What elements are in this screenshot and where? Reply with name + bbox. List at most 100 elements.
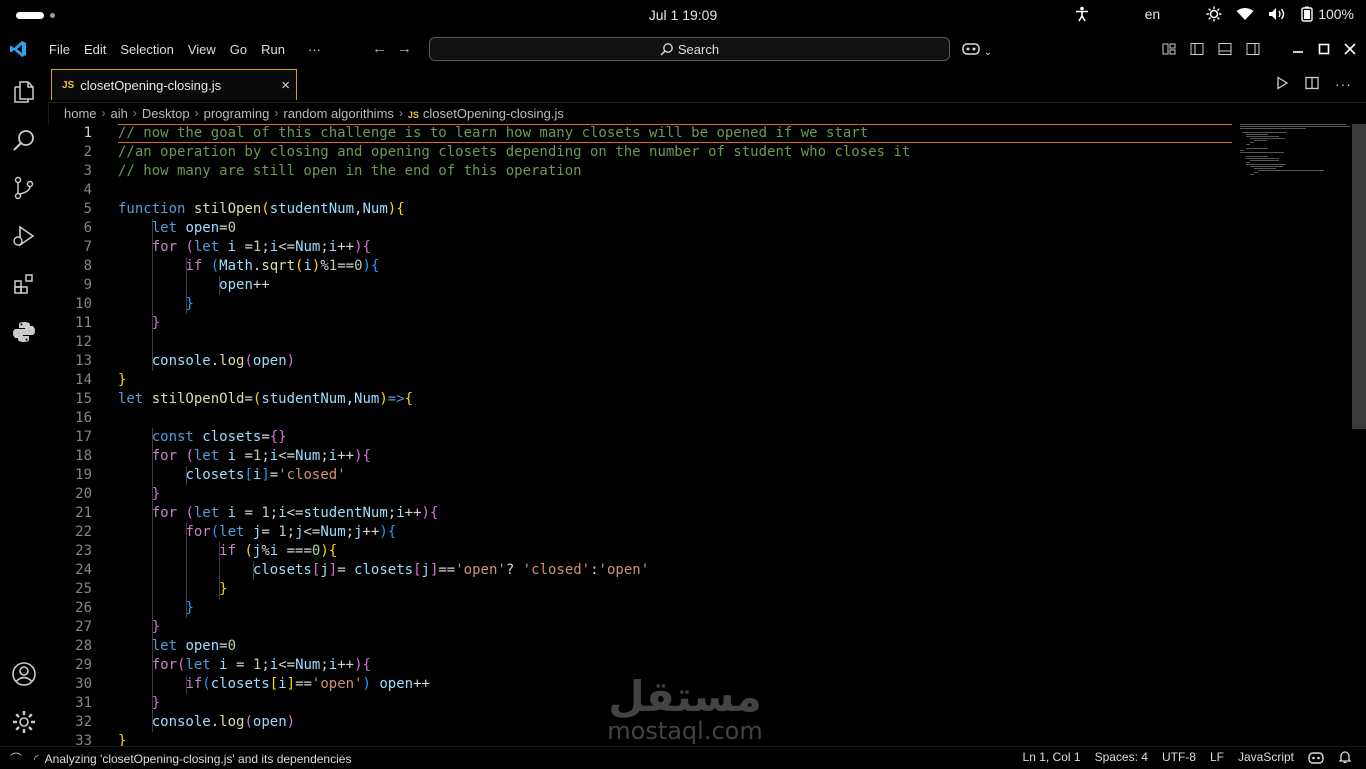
tab-closetopening-closing[interactable]: JS closetOpening-closing.js × [51,69,297,100]
forward-arrow-icon[interactable]: → [397,40,412,57]
battery-icon[interactable]: 100% [1300,6,1354,22]
code-line[interactable]: 12 [48,333,1234,352]
breadcrumb-file[interactable]: JS closetOpening-closing.js [408,106,564,121]
extensions-icon[interactable] [0,260,48,308]
indentation[interactable]: Spaces: 4 [1095,750,1148,764]
breadcrumb-desktop[interactable]: Desktop [142,106,190,121]
code-line[interactable]: 27 } [48,618,1234,637]
language-mode[interactable]: JavaScript [1238,750,1294,764]
back-arrow-icon[interactable]: ← [372,40,387,57]
notifications-bell-icon[interactable] [1338,750,1352,764]
python-icon[interactable] [0,308,48,356]
end-of-line[interactable]: LF [1210,750,1224,764]
night-light-icon[interactable] [1206,6,1222,22]
code-line[interactable]: 10 } [48,295,1234,314]
copilot-menu-button[interactable]: ⌄ [962,41,992,58]
explorer-icon[interactable] [0,68,48,116]
menu-run[interactable]: Run [254,42,292,57]
minimap[interactable] [1240,124,1350,204]
code-editor[interactable]: 1// now the goal of this challenge is to… [48,124,1352,746]
close-window-icon[interactable] [1344,43,1356,55]
code-line[interactable]: 26 } [48,599,1234,618]
menu-more[interactable]: ··· [292,42,328,57]
volume-icon[interactable] [1268,7,1286,21]
analyzing-status[interactable]: Analyzing 'closetOpening-closing.js' and… [45,752,352,766]
menu-go[interactable]: Go [223,42,254,57]
run-code-icon[interactable] [1275,76,1289,90]
code-line[interactable]: 24 closets[j]= closets[j]=='open'? 'clos… [48,561,1234,580]
menu-view[interactable]: View [181,42,223,57]
code-line[interactable]: 14} [48,371,1234,390]
vertical-scrollbar[interactable] [1352,124,1366,429]
code-line[interactable]: 5 function stilOpen(studentNum,Num){ [48,200,1234,219]
code-line[interactable]: 3 // how many are still open in the end o… [48,162,1234,181]
close-tab-icon[interactable]: × [281,77,290,94]
menu-bar: File Edit Selection View Go Run ··· [42,32,328,66]
code-line[interactable]: 9 open++ [48,276,1234,295]
code-line[interactable]: 4 [48,181,1234,200]
wifi-icon[interactable] [1236,7,1254,21]
more-actions-icon[interactable]: ··· [1335,76,1352,92]
command-center-search[interactable]: Search [429,37,950,61]
code-text: function stilOpen(studentNum,Num){ [118,201,405,217]
code-line[interactable]: 21 for (let i = 1;i<=studentNum;i++){ [48,504,1234,523]
copilot-status-icon[interactable] [1308,751,1324,764]
code-line[interactable]: 2 //an operation by closing and opening c… [48,143,1234,162]
breadcrumb-home[interactable]: home [64,106,97,121]
account-icon[interactable] [0,650,48,698]
split-editor-icon[interactable] [1305,76,1319,90]
line-number: 22 [75,524,92,540]
code-line[interactable]: 20 } [48,485,1234,504]
toggle-secondary-sidebar-icon[interactable] [1246,42,1260,56]
code-text: } [151,619,161,635]
line-number: 28 [75,638,92,654]
minimize-icon[interactable] [1292,43,1304,55]
cursor-position[interactable]: Ln 1, Col 1 [1023,750,1081,764]
code-line[interactable]: 17 const closets={} [48,428,1234,447]
code-line[interactable]: 25 } [48,580,1234,599]
code-line[interactable]: 16 [48,409,1234,428]
chevron-right-icon: › [274,106,279,120]
menu-file[interactable]: File [42,42,77,57]
code-line[interactable]: 22 for(let j= 1;j<=Num;j++){ [48,523,1234,542]
editor-actions: ··· [1275,76,1352,92]
line-number: 20 [75,486,92,502]
search-label: Search [677,41,720,57]
code-line[interactable]: 8 if (Math.sqrt(i)%1==0){ [48,257,1234,276]
remote-indicator-icon[interactable]: ⌒ [10,750,22,767]
code-line[interactable]: 18 for (let i =1;i<=Num;i++){ [48,447,1234,466]
code-line[interactable]: 19 closets[i]='closed' [48,466,1234,485]
code-line[interactable]: 15 let stilOpenOld=(studentNum,Num)=>{ [48,390,1234,409]
run-debug-icon[interactable] [0,212,48,260]
menu-selection[interactable]: Selection [113,42,180,57]
breadcrumb-programing[interactable]: programing [204,106,270,121]
code-text: if (Math.sqrt(i)%1==0){ [185,258,380,274]
breadcrumb-random-algorithims[interactable]: random algorithims [283,106,394,121]
source-control-icon[interactable] [0,164,48,212]
encoding[interactable]: UTF-8 [1162,750,1196,764]
maximize-icon[interactable] [1318,43,1330,55]
system-tray[interactable]: en 100% [1075,6,1354,22]
code-line[interactable]: 28 let open=0 [48,637,1234,656]
current-line-highlight [118,124,1232,143]
search-icon[interactable] [0,116,48,164]
code-text: let open=0 [151,220,237,236]
toggle-panel-icon[interactable] [1218,42,1232,56]
line-number: 30 [75,676,92,692]
code-line[interactable]: 6 let open=0 [48,219,1234,238]
code-line[interactable]: 13 console.log(open) [48,352,1234,371]
layout-customize-icon[interactable] [1162,42,1176,56]
code-line[interactable]: 11 } [48,314,1234,333]
code-line[interactable]: 7 for (let i =1;i<=Num;i++){ [48,238,1234,257]
settings-gear-icon[interactable] [0,698,48,746]
language-indicator[interactable]: en [1145,6,1161,22]
line-number: 33 [75,733,92,746]
line-number: 17 [75,429,92,445]
toggle-sidebar-icon[interactable] [1190,42,1204,56]
code-text: for(let j= 1;j<=Num;j++){ [185,524,397,540]
code-line[interactable]: 23 if (j%i ===0){ [48,542,1234,561]
menu-edit[interactable]: Edit [77,42,113,57]
accessibility-icon[interactable] [1075,6,1089,22]
breadcrumb-aih[interactable]: aih [111,106,128,121]
line-number: 8 [83,258,92,274]
